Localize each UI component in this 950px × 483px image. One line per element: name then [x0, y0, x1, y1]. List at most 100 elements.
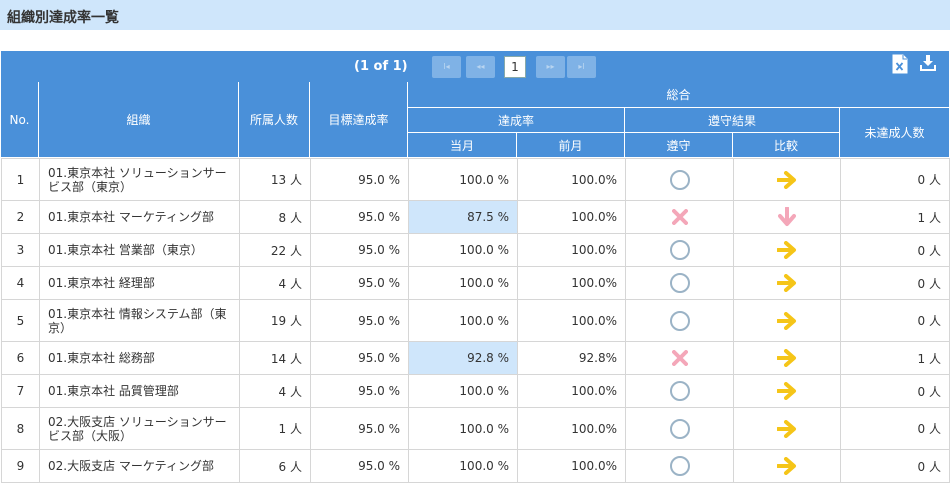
row-no: 7	[1, 374, 40, 408]
row-not-achieved: 1 人	[840, 341, 950, 375]
arrow-right-icon	[776, 349, 796, 367]
row-comparison	[733, 233, 841, 267]
prev-page-button[interactable]: ◂◂	[466, 56, 495, 78]
row-compliance	[625, 374, 734, 408]
header-members: 所属人数	[239, 82, 310, 158]
header-compliance-result: 遵守結果	[625, 108, 840, 133]
row-compliance	[625, 449, 734, 483]
row-target: 95.0 %	[310, 407, 409, 450]
arrow-right-icon	[776, 419, 796, 438]
row-members: 1 人	[239, 407, 311, 450]
row-current-rate: 100.0 %	[408, 158, 518, 201]
arrow-right-icon	[776, 241, 796, 259]
row-members: 4 人	[239, 374, 311, 408]
header-org: 組織	[39, 82, 239, 158]
download-icon[interactable]	[919, 54, 937, 72]
row-no: 5	[1, 299, 40, 342]
arrow-down-icon	[778, 206, 796, 226]
row-org: 01.東京本社 品質管理部	[39, 374, 240, 408]
row-target: 95.0 %	[310, 266, 409, 300]
table-row: 1 01.東京本社 ソリューションサービス部（東京） 13 人 95.0 % 100.0…	[1, 158, 950, 201]
row-no: 2	[1, 200, 40, 234]
row-comparison	[733, 200, 841, 234]
table-row: 6 01.東京本社 総務部 14 人 95.0 % 92.8 % 92.8% 1 人	[1, 341, 950, 375]
arrow-right-icon	[776, 170, 796, 189]
row-comparison	[733, 407, 841, 450]
header-compliance: 遵守	[625, 133, 733, 158]
row-compliance	[625, 407, 734, 450]
header-current: 当月	[408, 133, 517, 158]
compliance-ok-icon	[669, 273, 690, 293]
row-previous-rate: 100.0%	[517, 200, 626, 234]
row-members: 19 人	[239, 299, 311, 342]
compliance-ok-icon	[669, 310, 690, 331]
row-not-achieved: 0 人	[840, 299, 950, 342]
pager-bar: (1 of 1) I◂ ◂◂ 1 ▸▸ ▸I	[1, 51, 949, 82]
row-org: 01.東京本社 マーケティング部	[39, 200, 240, 234]
row-previous-rate: 100.0%	[517, 374, 626, 408]
row-org: 01.東京本社 ソリューションサービス部（東京）	[39, 158, 240, 201]
row-not-achieved: 1 人	[840, 200, 950, 234]
compliance-ng-icon	[671, 209, 688, 225]
excel-export-icon[interactable]	[892, 54, 908, 74]
row-not-achieved: 0 人	[840, 266, 950, 300]
row-compliance	[625, 158, 734, 201]
next-page-button[interactable]: ▸▸	[536, 56, 565, 78]
row-target: 95.0 %	[310, 449, 409, 483]
header-comparison: 比較	[733, 133, 840, 158]
row-comparison	[733, 374, 841, 408]
table-row: 9 02.大阪支店 マーケティング部 6 人 95.0 % 100.0 % 100.0% 0…	[1, 449, 950, 483]
row-no: 9	[1, 449, 40, 483]
row-org: 01.東京本社 営業部（東京）	[39, 233, 240, 267]
row-target: 95.0 %	[310, 341, 409, 375]
header-rate: 達成率	[408, 108, 625, 133]
row-members: 6 人	[239, 449, 311, 483]
row-comparison	[733, 341, 841, 375]
row-members: 14 人	[239, 341, 311, 375]
row-members: 8 人	[239, 200, 311, 234]
row-previous-rate: 92.8%	[517, 341, 626, 375]
row-not-achieved: 0 人	[840, 233, 950, 267]
row-members: 13 人	[239, 158, 311, 201]
header-overall: 総合	[408, 82, 949, 108]
row-members: 22 人	[239, 233, 311, 267]
row-comparison	[733, 266, 841, 300]
table-row: 8 02.大阪支店 ソリューションサービス部（大阪） 1 人 95.0 % 100.0 …	[1, 407, 950, 450]
row-target: 95.0 %	[310, 158, 409, 201]
row-not-achieved: 0 人	[840, 449, 950, 483]
row-no: 1	[1, 158, 40, 201]
page-title: 組織別達成率一覧	[7, 10, 119, 26]
row-current-rate: 100.0 %	[408, 266, 518, 300]
achievement-table: 1 01.東京本社 ソリューションサービス部（東京） 13 人 95.0 % 100.0…	[1, 158, 950, 483]
page-number-1[interactable]: 1	[504, 56, 526, 78]
row-comparison	[733, 449, 841, 483]
row-current-rate: 100.0 %	[408, 407, 518, 450]
header-not-achieved: 未達成人数	[840, 108, 949, 158]
row-no: 4	[1, 266, 40, 300]
table-row: 2 01.東京本社 マーケティング部 8 人 95.0 % 87.5 % 100.0% 1 …	[1, 200, 950, 234]
title-bar: 組織別達成率一覧	[0, 0, 950, 30]
row-previous-rate: 100.0%	[517, 407, 626, 450]
row-target: 95.0 %	[310, 200, 409, 234]
row-target: 95.0 %	[310, 299, 409, 342]
row-previous-rate: 100.0%	[517, 158, 626, 201]
row-comparison	[733, 299, 841, 342]
row-previous-rate: 100.0%	[517, 449, 626, 483]
row-current-rate: 92.8 %	[408, 341, 518, 375]
page-info: (1 of 1)	[354, 59, 408, 74]
row-members: 4 人	[239, 266, 311, 300]
first-page-button[interactable]: I◂	[432, 56, 461, 78]
row-no: 8	[1, 407, 40, 450]
row-org: 02.大阪支店 ソリューションサービス部（大阪）	[39, 407, 240, 450]
row-current-rate: 100.0 %	[408, 374, 518, 408]
arrow-right-icon	[776, 457, 796, 475]
row-target: 95.0 %	[310, 374, 409, 408]
last-page-button[interactable]: ▸I	[567, 56, 596, 78]
row-current-rate: 100.0 %	[408, 233, 518, 267]
row-no: 6	[1, 341, 40, 375]
row-compliance	[625, 200, 734, 234]
compliance-ok-icon	[669, 418, 690, 439]
compliance-ok-icon	[669, 381, 690, 401]
row-target: 95.0 %	[310, 233, 409, 267]
table-row: 4 01.東京本社 経理部 4 人 95.0 % 100.0 % 100.0% 0 人	[1, 266, 950, 300]
